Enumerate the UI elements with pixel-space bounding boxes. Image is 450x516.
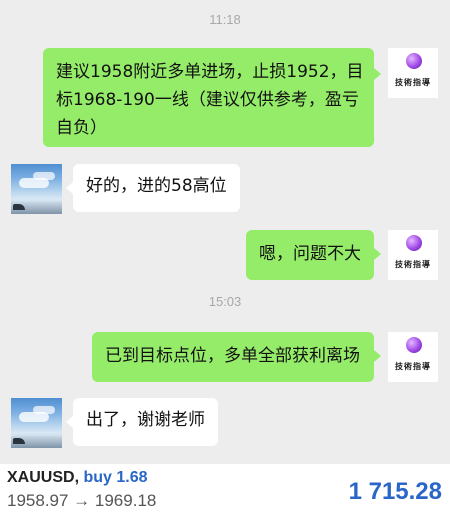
- purple-orb-logo-icon: [406, 235, 422, 251]
- message-bubble-outgoing[interactable]: 嗯，问题不大: [246, 230, 374, 280]
- message-line: 标1968-190一线（建议仅供参考，盈亏: [56, 90, 359, 110]
- trade-side: buy 1.68: [83, 469, 148, 486]
- trade-symbol: XAUUSD: [7, 469, 75, 486]
- trade-summary-bar: XAUUSD, buy 1.68 1958.97 → 1969.18 1 715…: [0, 464, 450, 516]
- avatar-user[interactable]: [11, 164, 62, 214]
- purple-orb-logo-icon: [406, 337, 422, 353]
- purple-orb-logo-icon: [406, 53, 422, 69]
- bubble-tail: [374, 248, 381, 260]
- logo-text: 技術指導: [395, 259, 431, 269]
- logo-text: 技術指導: [395, 361, 431, 371]
- trade-current-price: 1 715.28: [348, 478, 442, 505]
- logo-text: 技術指導: [395, 77, 431, 87]
- avatar-teacher[interactable]: 技術指導: [388, 48, 438, 98]
- timestamp: 15:03: [208, 294, 242, 309]
- message-bubble-incoming[interactable]: 出了，谢谢老师: [73, 398, 218, 446]
- timestamp: 11:18: [209, 12, 241, 27]
- bubble-tail: [374, 350, 381, 362]
- avatar-teacher[interactable]: 技術指導: [388, 332, 438, 382]
- bubble-tail: [374, 68, 381, 80]
- chat-area: 11:18 建议1958附近多单进场，止损1952，目 标1968-190一线（…: [0, 0, 450, 464]
- message-bubble-incoming[interactable]: 好的，进的58高位: [73, 164, 240, 212]
- message-line: 建议1958附近多单进场，止损1952，目: [56, 62, 364, 82]
- avatar-teacher[interactable]: 技術指導: [388, 230, 438, 280]
- message-bubble-outgoing[interactable]: 已到目标点位，多单全部获利离场: [92, 332, 374, 382]
- message-bubble-outgoing[interactable]: 建议1958附近多单进场，止损1952，目 标1968-190一线（建议仅供参考…: [43, 48, 374, 147]
- avatar-user[interactable]: [11, 398, 62, 448]
- trade-separator: ,: [74, 469, 80, 486]
- bubble-tail: [66, 416, 73, 428]
- trade-price-range: 1958.97 → 1969.18: [7, 491, 157, 510]
- bubble-tail: [66, 182, 73, 194]
- trade-symbol-line: XAUUSD, buy 1.68: [7, 469, 148, 487]
- message-line: 自负）: [56, 118, 107, 138]
